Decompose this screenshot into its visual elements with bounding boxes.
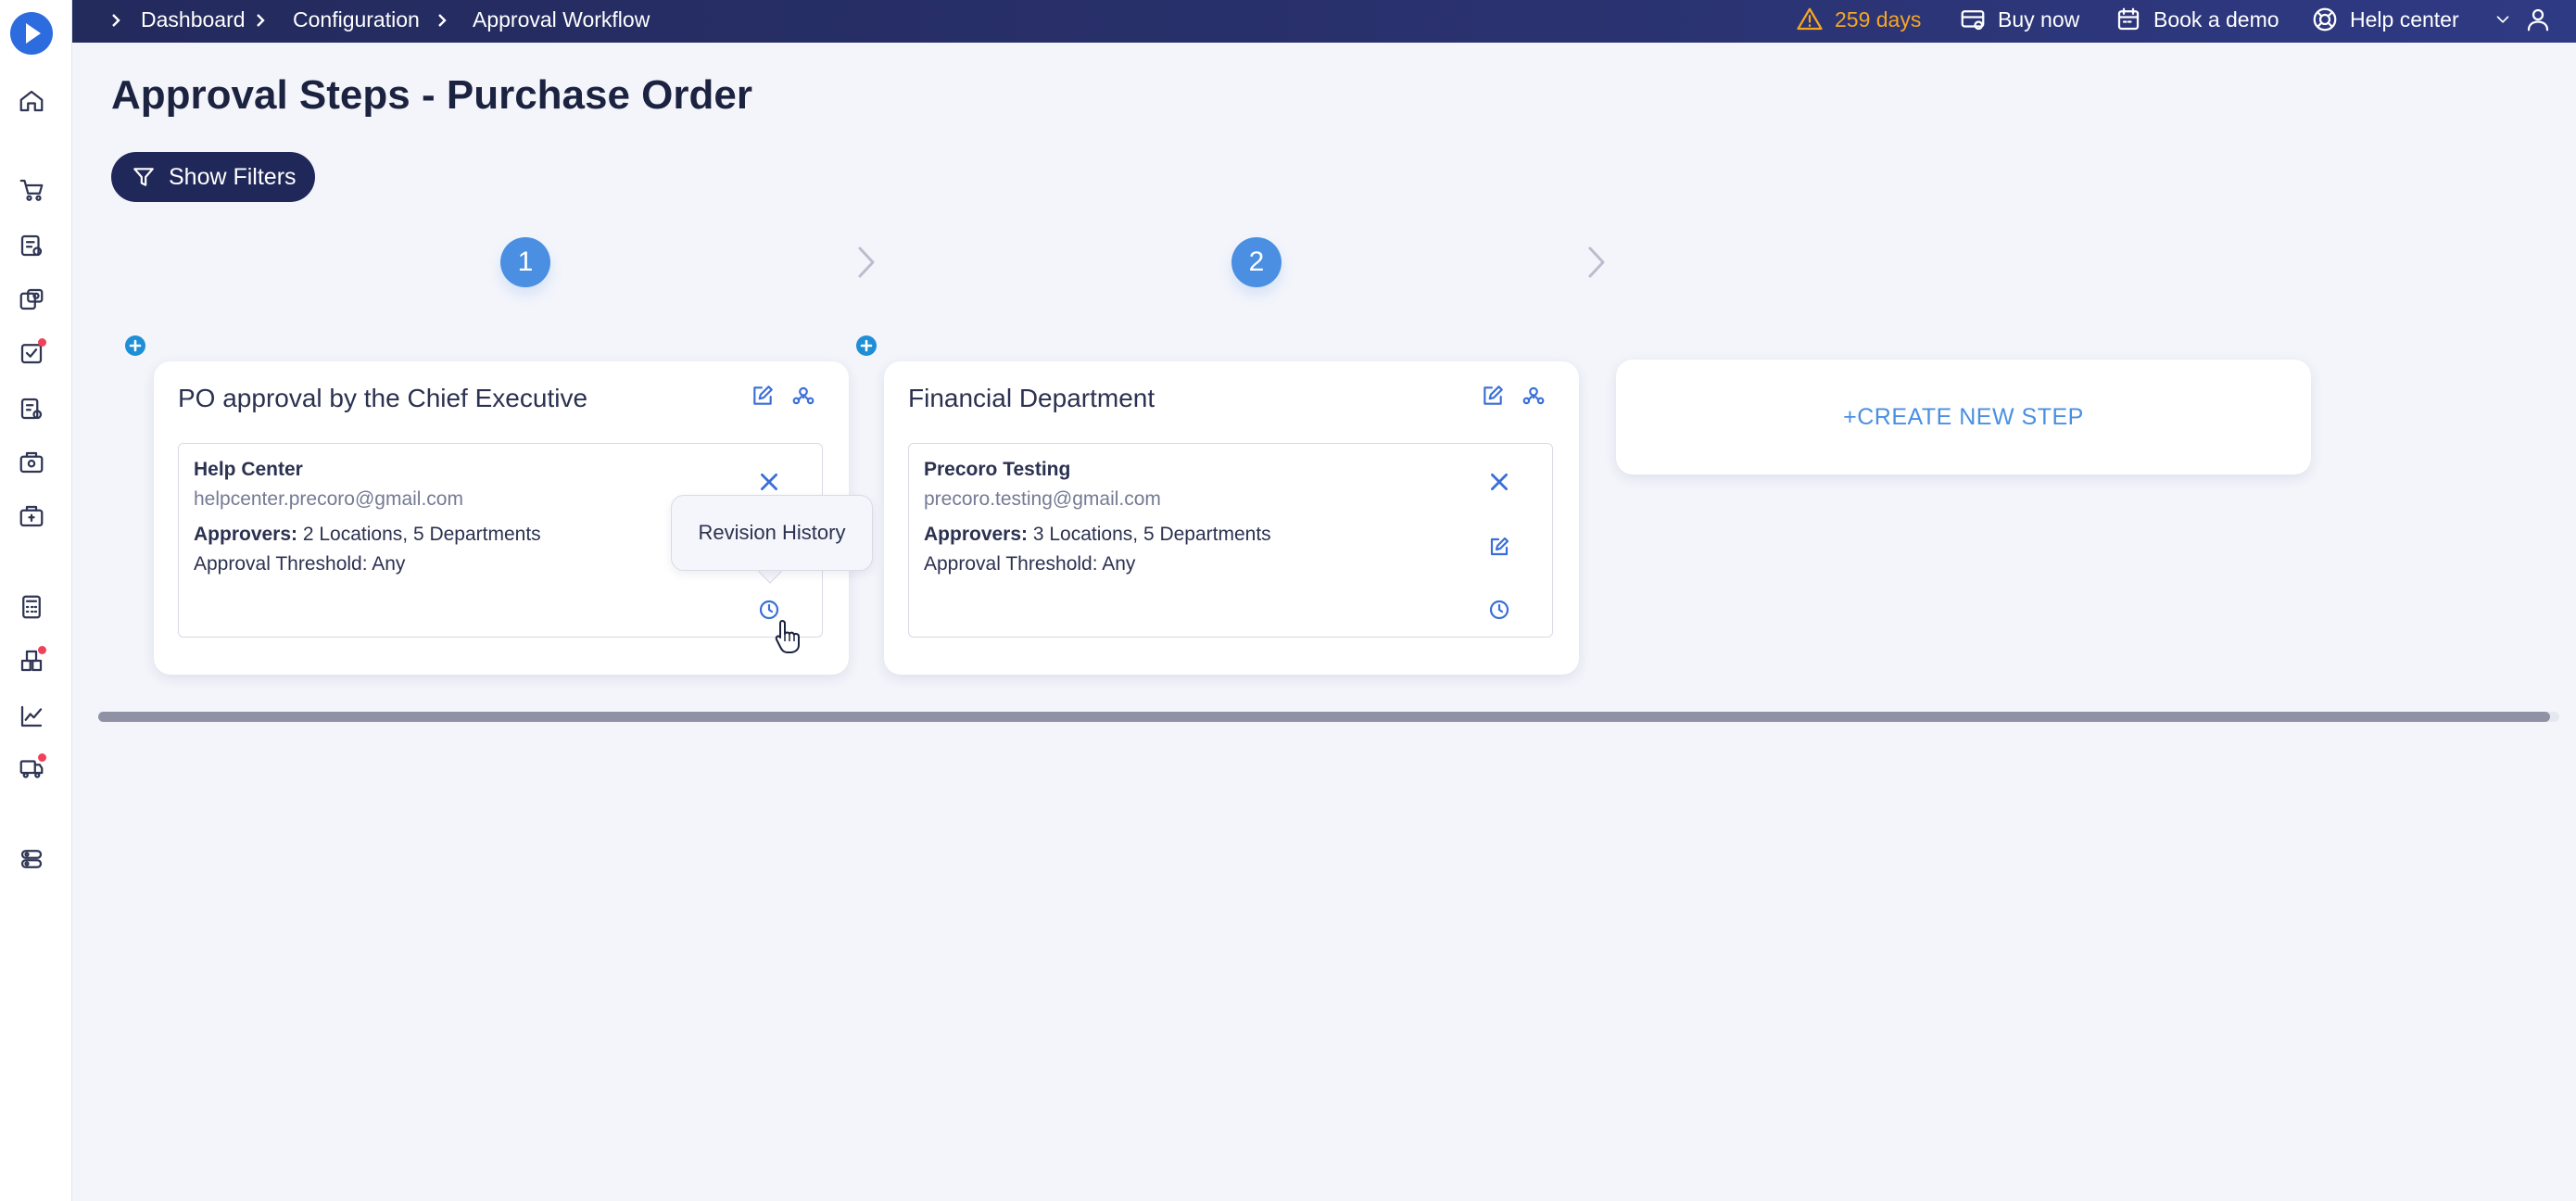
approvers-scope: Approvers: 3 Locations, 5 Departments [924,524,1271,546]
approval-threshold: Approval Threshold: Any [924,553,1136,575]
revision-history-tooltip: Revision History [671,495,873,571]
assign-users-icon[interactable] [789,382,817,410]
add-step-between-button[interactable] [856,335,877,356]
buy-now-label: Buy now [1998,6,2080,32]
step-title: PO approval by the Chief Executive [178,384,588,412]
add-step-before-button[interactable] [125,335,145,356]
breadcrumb-dashboard[interactable]: Dashboard [141,7,246,32]
inventory-icon[interactable] [16,645,47,676]
calendar-icon [2117,7,2140,31]
purchase-order-icon[interactable] [16,230,47,261]
scrollbar-thumb[interactable] [98,712,2550,722]
step-number: 1 [500,237,550,287]
invoices-icon[interactable] [16,284,47,315]
chevron-right-icon [254,9,267,32]
chevron-down-icon [2496,16,2509,23]
payments-icon[interactable] [16,500,47,532]
approvers-value: 2 Locations, 5 Departments [297,524,541,545]
help-center-label: Help center [2350,6,2459,32]
top-bar: Dashboard Configuration Approval Workflo… [72,0,2576,43]
budgets-icon[interactable] [16,447,47,478]
chevron-right-icon [109,9,122,32]
show-filters-label: Show Filters [169,163,297,190]
receipts-icon[interactable] [16,393,47,424]
notification-dot [38,753,46,762]
step-title: Financial Department [908,384,1155,412]
book-demo-button[interactable]: Book a demo [2115,6,2279,33]
analytics-icon[interactable] [16,701,47,732]
filter-icon [133,168,154,186]
assign-users-icon[interactable] [1520,382,1547,410]
edit-icon[interactable] [1479,382,1507,410]
settings-toggle-icon[interactable] [16,843,47,875]
chevron-right-icon [1585,243,1609,282]
approver-block: Precoro Testing precoro.testing@gmail.co… [908,443,1553,638]
trial-days[interactable]: 259 days [1796,6,1921,33]
approver-name: Precoro Testing [924,459,1071,480]
show-filters-button[interactable]: Show Filters [111,152,315,202]
page-title: Approval Steps - Purchase Order [111,72,752,118]
help-center-button[interactable]: Help center [2311,6,2459,33]
calculator-icon[interactable] [16,591,47,623]
approver-name: Help Center [194,459,303,480]
approvers-label: Approvers: [924,524,1029,545]
approver-email: precoro.testing@gmail.com [924,488,1161,510]
approvers-label: Approvers: [194,524,298,545]
delivery-icon[interactable] [16,752,47,784]
user-menu[interactable] [2493,6,2552,33]
book-demo-label: Book a demo [2153,6,2279,32]
approvals-icon[interactable] [16,337,47,369]
edit-icon[interactable] [749,382,777,410]
home-icon[interactable] [16,85,47,117]
step-card: Financial Department Precoro Testing pre… [884,361,1579,675]
create-new-step-label: +CREATE NEW STEP [1843,403,2084,430]
sidebar [0,0,72,1201]
buy-now-button[interactable]: Buy now [1959,6,2079,33]
breadcrumb-approval-workflow: Approval Workflow [473,7,650,32]
edit-icon[interactable] [1484,531,1515,563]
create-new-step-button[interactable]: +CREATE NEW STEP [1616,360,2311,474]
app-logo[interactable] [10,12,53,55]
approvers-value: 3 Locations, 5 Departments [1028,524,1271,545]
clock-icon[interactable] [1484,594,1515,626]
card-icon [1961,10,1985,31]
lifebuoy-icon [2313,7,2337,32]
close-icon[interactable] [1484,466,1515,498]
chevron-right-icon [436,9,448,32]
approver-email: helpcenter.precoro@gmail.com [194,488,463,510]
close-icon[interactable] [753,466,785,498]
trial-days-label: 259 days [1835,6,1922,32]
horizontal-scrollbar[interactable] [98,712,2559,722]
notification-dot [38,338,46,347]
approvers-scope: Approvers: 2 Locations, 5 Departments [194,524,541,546]
step-number: 2 [1231,237,1282,287]
approval-threshold: Approval Threshold: Any [194,553,406,575]
notification-dot [38,646,46,654]
hand-cursor-icon [775,620,800,653]
user-icon [2527,8,2549,32]
chevron-right-icon [854,243,878,282]
cart-icon[interactable] [16,174,47,206]
breadcrumb-configuration[interactable]: Configuration [293,7,420,32]
warning-icon [1797,7,1823,31]
